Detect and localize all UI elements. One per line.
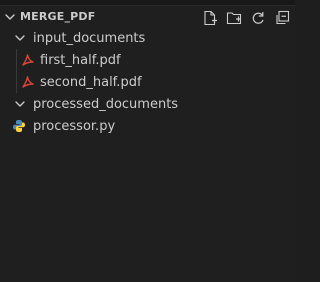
- tree-file-first-half-pdf[interactable]: first_half.pdf: [0, 49, 295, 71]
- header-actions: [201, 9, 291, 27]
- new-folder-icon[interactable]: [225, 9, 243, 27]
- refresh-icon[interactable]: [249, 9, 267, 27]
- python-icon: [13, 120, 25, 132]
- new-file-icon[interactable]: [201, 9, 219, 27]
- tree-file-second-half-pdf[interactable]: second_half.pdf: [0, 71, 295, 93]
- tree-file-processor-py[interactable]: processor.py: [0, 115, 295, 137]
- explorer-section-header[interactable]: MERGE_PDF: [0, 6, 295, 28]
- tree-folder-input-documents[interactable]: input_documents: [0, 27, 295, 49]
- chevron-down-icon[interactable]: [4, 11, 16, 23]
- tree-folder-processed-documents[interactable]: processed_documents: [0, 93, 295, 115]
- pdf-icon: [22, 54, 34, 66]
- explorer-panel: MERGE_PDF input_documents first_half.pdf…: [0, 0, 295, 282]
- pdf-icon: [22, 76, 34, 88]
- folder-label: processed_documents: [33, 96, 179, 112]
- workspace-title: MERGE_PDF: [20, 10, 96, 23]
- chevron-down-icon[interactable]: [14, 98, 26, 110]
- file-label: second_half.pdf: [40, 74, 142, 90]
- folder-label: input_documents: [33, 30, 146, 46]
- collapse-all-icon[interactable]: [273, 9, 291, 27]
- file-label: first_half.pdf: [40, 52, 121, 68]
- chevron-down-icon[interactable]: [14, 32, 26, 44]
- file-label: processor.py: [33, 118, 116, 134]
